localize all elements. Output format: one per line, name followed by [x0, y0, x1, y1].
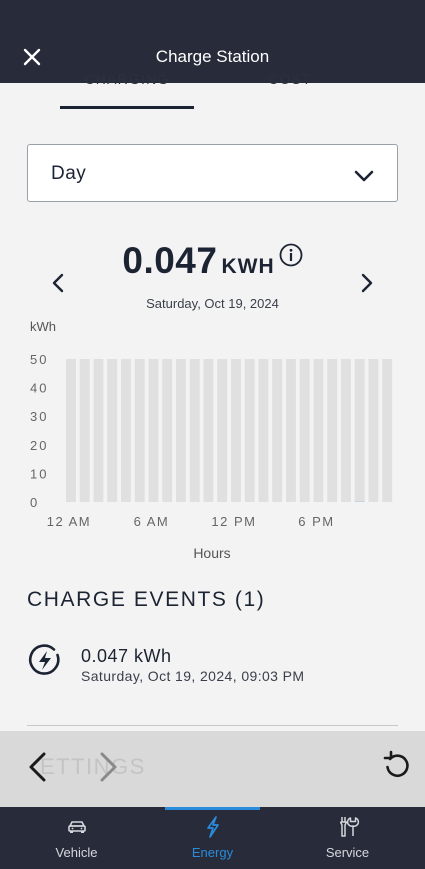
nav-service-label: Service: [325, 845, 370, 860]
y-tick-label: 20: [30, 438, 48, 453]
bar-track: [189, 359, 200, 502]
car-icon: [68, 821, 86, 833]
back-arrow-icon[interactable]: [24, 750, 52, 784]
event-datetime: Saturday, Oct 19, 2024, 09:03 PM: [81, 668, 305, 684]
bar-track: [162, 359, 173, 502]
x-axis-label: Hours: [193, 545, 230, 561]
bar-track: [79, 359, 90, 502]
nav-energy-label: Energy: [191, 845, 234, 860]
period-dropdown-value: Day: [51, 163, 87, 184]
page-title: Charge Station: [155, 47, 270, 66]
bar-track: [217, 359, 228, 502]
x-tick-label: 12 AM: [47, 514, 91, 529]
tools-icon: [339, 817, 360, 837]
bar-track: [327, 359, 338, 502]
section-divider: [27, 725, 398, 726]
hourly-energy-chart: kWh 50 40 30 20 10 0 12 AM 6 AM 12 PM 6 PM Hours: [30, 319, 393, 561]
nav-service[interactable]: Service: [300, 807, 395, 869]
x-tick-label: 6 PM: [298, 514, 334, 529]
forward-arrow-icon[interactable]: [94, 750, 122, 784]
tab-active-indicator: [60, 106, 194, 109]
bottom-navigation: Vehicle Energy Service: [0, 807, 425, 869]
lightning-icon: [207, 816, 219, 838]
info-icon[interactable]: [279, 243, 303, 267]
energy-unit: KWH: [221, 255, 275, 278]
bar-track: [258, 359, 269, 502]
bar-track: [368, 359, 379, 502]
bar-track: [107, 359, 118, 502]
tab-cost[interactable]: COST: [230, 71, 350, 87]
bar-track: [341, 359, 351, 502]
nav-energy[interactable]: Energy: [165, 807, 260, 869]
bar-track: [66, 359, 76, 502]
bar-track: [244, 359, 255, 502]
charge-events-title: CHARGE EVENTS (1): [27, 588, 266, 611]
bar-track: [203, 359, 214, 502]
y-tick-label: 40: [30, 381, 48, 396]
bar-track: [272, 359, 283, 502]
y-tick-label: 50: [30, 352, 48, 367]
bar-track: [299, 359, 310, 502]
event-energy: 0.047 kWh: [81, 646, 172, 666]
bar-track: [176, 359, 186, 502]
bar-track: [231, 359, 241, 502]
nav-vehicle-label: Vehicle: [55, 845, 98, 860]
bar-track: [93, 359, 104, 502]
energy-summary: 0.047 KWH: [0, 240, 425, 282]
chevron-down-icon: [354, 170, 374, 182]
lightning-circle-icon: [28, 644, 60, 675]
browser-navigation-bar: ETTINGS: [0, 731, 425, 807]
settings-ghost-text: ETTINGS: [40, 754, 146, 779]
bar-track: [354, 359, 365, 502]
y-tick-label: 30: [30, 409, 48, 424]
tab-bar: CHARGING COST: [0, 71, 425, 111]
bar-track: [286, 359, 296, 502]
y-tick-label: 0: [30, 495, 39, 510]
bar-track: [313, 359, 324, 502]
bar-track: [148, 359, 159, 502]
nav-vehicle[interactable]: Vehicle: [29, 807, 124, 869]
x-tick-label: 12 PM: [211, 514, 256, 529]
tab-charging[interactable]: CHARGING: [60, 71, 194, 87]
bar-track: [121, 359, 131, 502]
y-axis-label: kWh: [30, 319, 56, 334]
summary-date: Saturday, Oct 19, 2024: [146, 296, 279, 311]
bar-track: [382, 359, 393, 502]
y-tick-label: 10: [30, 466, 48, 481]
period-dropdown[interactable]: Day: [27, 144, 398, 202]
reload-icon[interactable]: [381, 750, 413, 782]
bar-track: [134, 359, 145, 502]
energy-value: 0.047: [122, 240, 218, 281]
x-tick-label: 6 AM: [134, 514, 170, 529]
